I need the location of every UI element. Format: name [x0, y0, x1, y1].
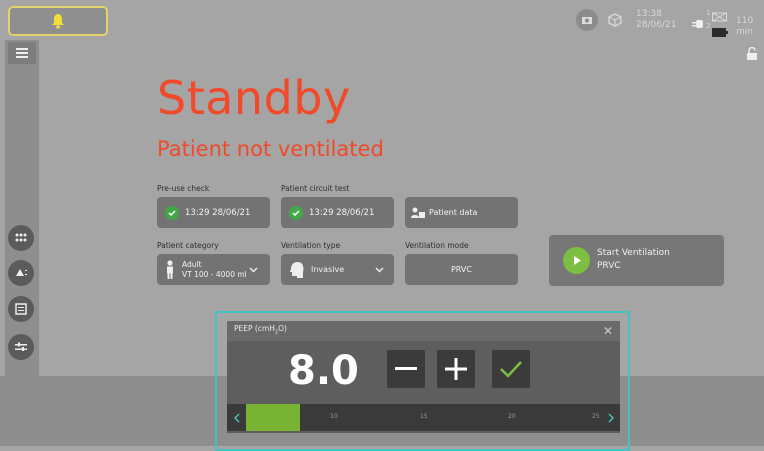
battery-slot-1-label: 1 — [706, 9, 711, 17]
patient-data-icon — [411, 207, 425, 218]
bell-icon — [52, 14, 64, 29]
scale-tick: 10 — [330, 413, 338, 420]
patient-category-select[interactable]: Adult VT 100 - 4000 ml — [157, 254, 270, 285]
unlock-icon[interactable] — [746, 46, 758, 60]
play-icon — [563, 247, 590, 274]
head-profile-icon — [290, 261, 304, 278]
ventilation-type-select[interactable]: Invasive — [281, 254, 394, 285]
clock-date: 28/06/21 — [636, 20, 677, 30]
circuit-test-label: Patient circuit test — [281, 184, 350, 193]
grid-dots-icon — [15, 233, 27, 242]
checkmark-icon — [165, 205, 179, 220]
chevron-down-icon — [375, 267, 384, 273]
alarm-limits-icon — [16, 269, 27, 276]
circuit-test-value: 13:29 28/06/21 — [309, 207, 375, 218]
scroll-left-arrow[interactable] — [227, 404, 246, 431]
battery-icon — [712, 22, 728, 41]
battery-slot-2-label: 2 — [706, 22, 711, 30]
minus-icon — [395, 367, 417, 370]
scroll-right-arrow[interactable] — [601, 404, 620, 431]
sliders-icon — [15, 342, 27, 351]
views-button[interactable] — [8, 296, 34, 322]
ventilation-mode-label: Ventilation mode — [405, 241, 469, 250]
scale-tick: 20 — [508, 413, 516, 420]
patient-category-label: Patient category — [157, 241, 219, 250]
standby-title: Standby — [157, 71, 351, 125]
chevron-left-icon — [233, 412, 240, 423]
patient-data-button[interactable]: Patient data — [405, 197, 518, 228]
patient-category-value: Adult — [182, 259, 202, 269]
patient-data-label: Patient data — [429, 208, 478, 217]
preuse-check-value: 13:29 28/06/21 — [185, 207, 251, 218]
scale-tick: 15 — [420, 413, 428, 420]
preuse-check-label: Pre-use check — [157, 184, 210, 193]
tools-button[interactable] — [8, 334, 34, 360]
peep-dialog-title: PEEP (cmH2O) — [234, 324, 287, 336]
start-ventilation-label: Start Ventilation — [597, 248, 670, 258]
ventilation-type-value: Invasive — [311, 265, 345, 274]
ventilation-mode-select[interactable]: PRVC — [405, 254, 518, 285]
start-ventilation-mode: PRVC — [597, 261, 621, 271]
checkmark-icon — [289, 205, 303, 220]
chevron-right-icon — [607, 412, 614, 423]
close-icon[interactable]: ✕ — [603, 325, 613, 337]
apps-grid-button[interactable] — [8, 225, 34, 251]
alarm-settings-button[interactable] — [8, 260, 34, 286]
chevron-down-icon — [249, 266, 258, 273]
alarm-button[interactable] — [8, 6, 108, 36]
standby-subtitle: Patient not ventilated — [157, 137, 384, 161]
plus-icon — [445, 358, 467, 380]
scale-tick: 25 — [592, 413, 600, 420]
left-sidebar — [5, 40, 39, 376]
decrease-button[interactable] — [387, 350, 425, 388]
patient-category-range: VT 100 - 4000 ml — [182, 269, 247, 279]
peep-scale-fill — [246, 404, 300, 431]
ventilation-type-label: Ventilation type — [281, 241, 341, 250]
menu-button[interactable] — [8, 42, 36, 64]
checkmark-icon — [500, 361, 522, 378]
clock-time: 13:38 — [636, 9, 662, 19]
cube-icon[interactable] — [608, 12, 622, 31]
peep-value: 8.0 — [288, 348, 359, 394]
preuse-check-button[interactable]: 13:29 28/06/21 — [157, 197, 270, 228]
ventilation-mode-value: PRVC — [450, 265, 472, 274]
circuit-test-button[interactable]: 13:29 28/06/21 — [281, 197, 394, 228]
adult-person-icon — [167, 259, 173, 279]
document-icon — [15, 303, 27, 315]
battery-time: 110 min — [736, 16, 754, 37]
confirm-button[interactable] — [492, 350, 530, 388]
hamburger-icon — [16, 48, 28, 58]
increase-button[interactable] — [437, 350, 475, 388]
screenshot-icon[interactable] — [576, 9, 598, 31]
mains-plug-icon — [692, 14, 704, 33]
